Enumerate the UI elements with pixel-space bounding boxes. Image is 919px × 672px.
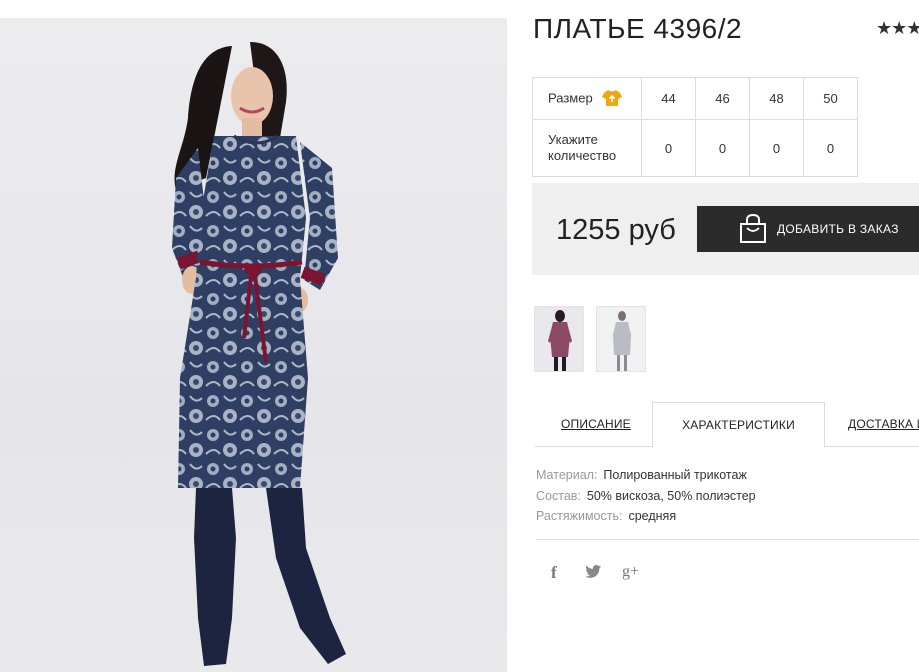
size-option-44[interactable]: 44: [641, 77, 696, 120]
product-title: ПЛАТЬЕ 4396/2: [533, 13, 743, 44]
divider: [536, 539, 919, 540]
size-option-50[interactable]: 50: [803, 77, 858, 120]
product-price: 1255 руб: [556, 214, 676, 246]
quantity-label-line1: Укажите: [548, 132, 598, 147]
rating-stars[interactable]: ★★★: [876, 18, 919, 39]
googleplus-icon[interactable]: g+: [622, 563, 639, 581]
spec-value: средняя: [628, 509, 677, 523]
thumbnail-front[interactable]: [534, 306, 584, 372]
spec-row-material: Материал: Полированный трикотаж: [536, 465, 756, 486]
price-block: 1255 руб ДОБАВИТЬ В ЗАКАЗ: [532, 183, 919, 275]
thumbnail-side-image: [613, 311, 631, 371]
size-option-46[interactable]: 46: [695, 77, 750, 120]
product-main-photo[interactable]: [0, 18, 507, 672]
add-to-order-label: ДОБАВИТЬ В ЗАКАЗ: [777, 222, 899, 236]
quantity-input-48[interactable]: 0: [749, 119, 804, 177]
product-tabs: ОПИСАНИЕ ХАРАКТЕРИСТИКИ ДОСТАВКА И: [535, 402, 919, 448]
quantity-input-44[interactable]: 0: [641, 119, 696, 177]
twitter-icon[interactable]: [585, 565, 601, 578]
size-option-48[interactable]: 48: [749, 77, 804, 120]
tab-description[interactable]: ОПИСАНИЕ: [561, 402, 631, 447]
quantity-label-cell: Укажите количество: [532, 119, 642, 177]
facebook-icon[interactable]: f: [551, 563, 557, 583]
size-label-cell: Размер: [532, 77, 642, 120]
spec-label: Состав:: [536, 488, 581, 503]
model-figure-illustration: [172, 42, 346, 666]
spec-value: Полированный трикотаж: [603, 468, 747, 482]
tab-characteristics[interactable]: ХАРАКТЕРИСТИКИ: [652, 402, 825, 448]
tab-delivery[interactable]: ДОСТАВКА И: [848, 402, 919, 447]
spec-label: Растяжимость:: [536, 509, 623, 523]
tshirt-icon[interactable]: [602, 89, 623, 107]
size-quantity-table: Размер 44 46 48 50 Укажите количество 0 …: [532, 77, 858, 177]
characteristics-list: Материал: Полированный трикотаж Состав: 50…: [536, 465, 756, 527]
size-row: Размер 44 46 48 50: [532, 77, 858, 120]
thumbnail-side[interactable]: [596, 306, 646, 372]
quantity-row: Укажите количество 0 0 0 0: [532, 119, 858, 177]
add-to-order-button[interactable]: ДОБАВИТЬ В ЗАКАЗ: [697, 206, 919, 252]
quantity-input-46[interactable]: 0: [695, 119, 750, 177]
spec-label: Материал:: [536, 468, 598, 482]
thumbnail-front-image: [548, 310, 572, 371]
shopping-bag-icon: [740, 214, 766, 243]
quantity-input-50[interactable]: 0: [803, 119, 858, 177]
quantity-label-line2: количество: [548, 148, 617, 163]
spec-value: 50% вискоза, 50% полиэстер: [586, 488, 756, 503]
size-label: Размер: [548, 89, 593, 105]
spec-row-stretch: Растяжимость: средняя: [536, 506, 756, 527]
spec-row-composition: Состав: 50% вискоза, 50% полиэстер: [536, 486, 756, 507]
